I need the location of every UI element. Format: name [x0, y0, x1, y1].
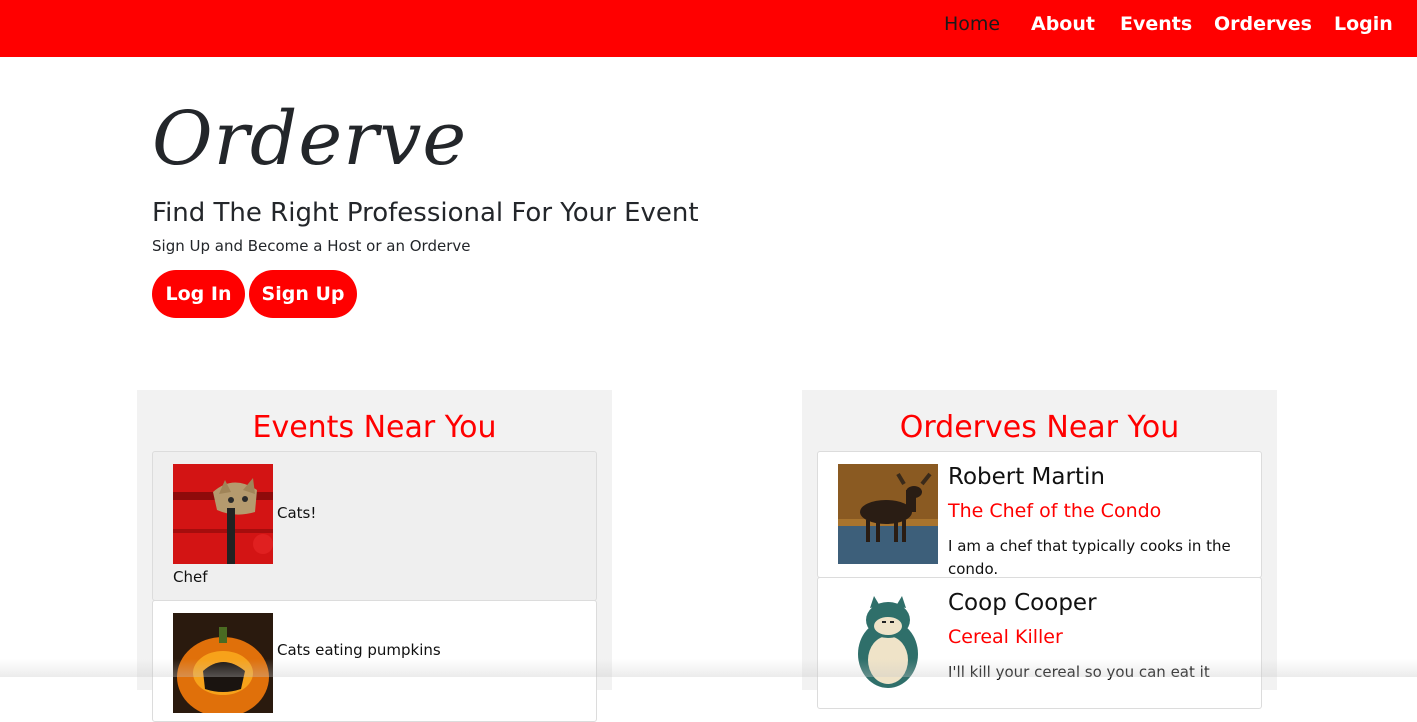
top-navbar: Home About Events Orderves Login: [0, 0, 1417, 57]
nav-events-link[interactable]: Events: [1120, 13, 1192, 35]
bottom-shadow: [0, 659, 1417, 677]
event-image: [173, 464, 273, 564]
orderve-card[interactable]: Coop Cooper Cereal Killer I'll kill your…: [817, 577, 1262, 709]
orderves-panel: Orderves Near You Robert Martin The Chef…: [802, 390, 1277, 709]
event-type: Chef: [173, 568, 208, 586]
orderve-bio: I am a chef that typically cooks in the …: [948, 537, 1231, 578]
events-heading: Events Near You: [252, 410, 497, 445]
event-title: Cats eating pumpkins: [277, 641, 441, 659]
orderves-heading: Orderves Near You: [899, 410, 1180, 445]
hero-text: Sign Up and Become a Host or an Orderve: [152, 237, 471, 255]
signup-button[interactable]: Sign Up: [249, 270, 357, 318]
login-button[interactable]: Log In: [152, 270, 245, 318]
orderve-name: Robert Martin: [948, 464, 1105, 490]
event-card[interactable]: Cats! Chef: [152, 451, 597, 601]
orderve-tagline: Cereal Killer: [948, 626, 1063, 648]
hero-title: Orderve: [152, 96, 468, 182]
nav-login-link[interactable]: Login: [1334, 13, 1393, 35]
orderve-name: Coop Cooper: [948, 590, 1097, 616]
event-title: Cats!: [277, 504, 317, 522]
orderve-tagline: The Chef of the Condo: [948, 500, 1162, 522]
orderve-image: [838, 464, 938, 564]
events-panel: Events Near You Cats! Chef Cats eating p…: [137, 390, 612, 722]
nav-about-link[interactable]: About: [1031, 13, 1095, 35]
nav-orderves-link[interactable]: Orderves: [1214, 13, 1312, 35]
orderve-card[interactable]: Robert Martin The Chef of the Condo I am…: [817, 451, 1262, 578]
nav-home-link[interactable]: Home: [944, 13, 1000, 35]
hero-subtitle: Find The Right Professional For Your Eve…: [152, 198, 699, 228]
